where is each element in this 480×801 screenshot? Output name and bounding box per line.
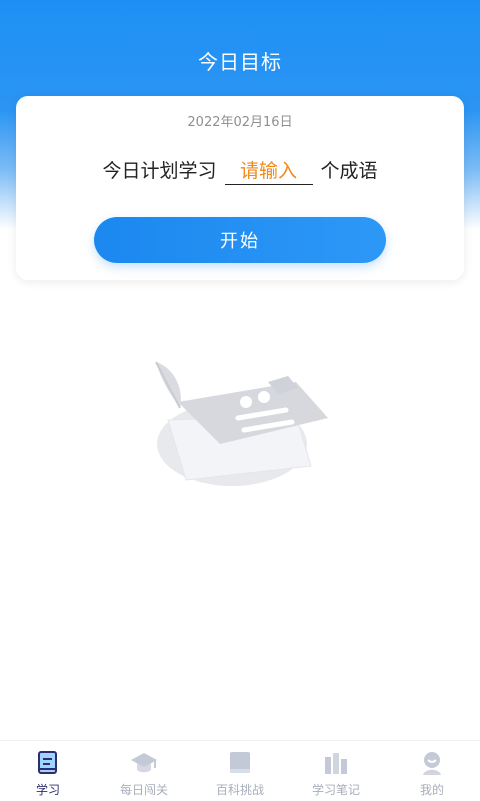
- book-icon: [38, 751, 57, 774]
- goal-date: 2022年02月16日: [187, 115, 293, 130]
- books-icon: [325, 753, 347, 774]
- goal-card: 2022年02月16日 今日计划学习 个成语 开始: [16, 96, 464, 280]
- encyclopedia-book-icon: [230, 752, 250, 773]
- tab-label: 百科挑战: [215, 783, 264, 797]
- tab-label: 每日闯关: [119, 783, 168, 797]
- plan-prefix: 今日计划学习: [102, 160, 217, 182]
- tab-label: 学习笔记: [311, 783, 360, 797]
- notebook-clipboard-illustration: [155, 361, 328, 486]
- tab-study-notes[interactable]: 学习笔记: [296, 741, 376, 798]
- idiom-count-input[interactable]: [224, 160, 313, 185]
- tab-label: 我的: [419, 783, 444, 797]
- graduation-cap-icon: [131, 753, 157, 773]
- tab-label: 学习: [35, 783, 60, 797]
- plan-suffix: 个成语: [320, 160, 378, 182]
- tab-daily-challenge[interactable]: 每日闯关: [104, 741, 184, 798]
- bottom-tab-bar: 学习 每日闯关 百科挑战 学习笔记 我的: [0, 740, 480, 801]
- page-title: 今日目标: [198, 50, 282, 74]
- tab-study[interactable]: 学习: [8, 741, 88, 798]
- start-button[interactable]: 开始: [94, 217, 386, 263]
- user-icon: [423, 752, 441, 775]
- tab-encyclopedia-challenge[interactable]: 百科挑战: [200, 741, 280, 798]
- tab-profile[interactable]: 我的: [392, 741, 472, 798]
- plan-sentence: 今日计划学习 个成语: [16, 156, 464, 185]
